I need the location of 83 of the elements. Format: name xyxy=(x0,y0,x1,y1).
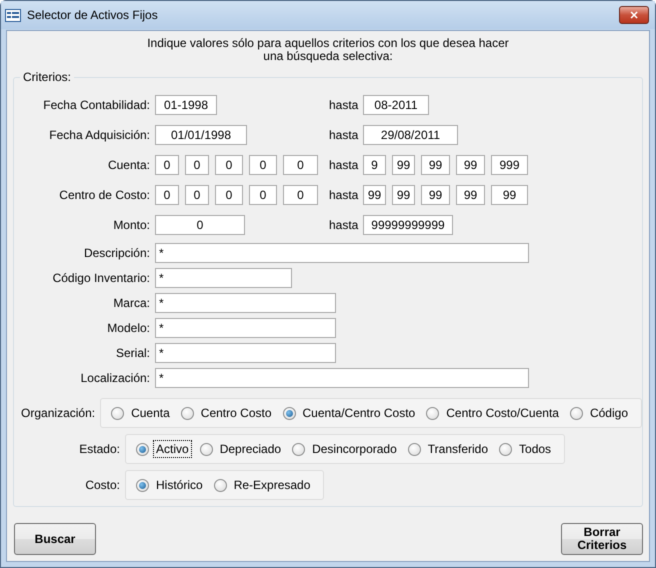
input-field[interactable]: * xyxy=(155,368,529,388)
input-field[interactable]: 0 xyxy=(215,185,243,205)
radio-label[interactable]: Activo xyxy=(153,440,192,458)
radio-label[interactable]: Transferido xyxy=(424,440,492,458)
radio-label[interactable]: Depreciado xyxy=(216,440,284,458)
radio-label[interactable]: Código xyxy=(586,404,631,422)
field-label: Localización: xyxy=(80,370,150,384)
input-field[interactable]: * xyxy=(155,292,336,312)
radio-label[interactable]: Cuenta xyxy=(128,404,173,422)
radio-label[interactable]: Histórico xyxy=(153,476,206,494)
input-field[interactable]: 0 xyxy=(185,185,209,205)
input-field[interactable]: * xyxy=(155,342,336,362)
input-field[interactable]: 9 xyxy=(363,155,386,175)
input-field[interactable]: * xyxy=(155,268,292,288)
input-field[interactable]: 08-2011 xyxy=(363,95,429,115)
range-label: hasta xyxy=(329,158,360,172)
option-label: Costo: xyxy=(84,478,120,492)
option-label: Organización: xyxy=(20,406,96,420)
radio-label[interactable]: Re-Expresado xyxy=(230,476,314,494)
field-label: Cuenta: xyxy=(106,158,150,172)
radio-label[interactable]: Centro Costo xyxy=(198,404,274,422)
input-field[interactable]: 99 xyxy=(456,155,485,175)
field-label: Monto: xyxy=(112,218,150,232)
input-field[interactable]: 0 xyxy=(155,185,179,205)
radio-button[interactable] xyxy=(499,442,512,456)
input-field[interactable]: 0 xyxy=(155,215,245,235)
radio-button[interactable] xyxy=(200,442,213,456)
field-label: Marca: xyxy=(112,296,150,310)
form-icon xyxy=(5,8,21,22)
range-label: hasta xyxy=(329,218,360,232)
group-title: Criterios: xyxy=(20,70,74,84)
radio-button[interactable] xyxy=(570,406,583,420)
range-label: hasta xyxy=(329,98,360,112)
instruction-text: una búsqueda selectiva: xyxy=(263,50,393,63)
input-field[interactable]: 99 xyxy=(456,185,485,205)
radio-button[interactable] xyxy=(136,442,149,456)
input-field[interactable]: * xyxy=(155,318,336,338)
option-label: Estado: xyxy=(78,442,120,456)
input-field[interactable]: 99 xyxy=(421,185,450,205)
input-field[interactable]: * xyxy=(155,242,529,262)
input-field[interactable]: 999 xyxy=(491,155,528,175)
window-title: Selector de Activos Fijos xyxy=(27,8,159,22)
instruction-text: Indique valores sólo para aquellos criterios con los que desea hacer xyxy=(147,37,509,50)
input-field[interactable]: 0 xyxy=(155,155,179,175)
input-field[interactable]: 0 xyxy=(283,185,318,205)
radio-label[interactable]: Centro Costo/Cuenta xyxy=(443,404,562,422)
radio-button[interactable] xyxy=(282,406,296,420)
input-field[interactable]: 99999999999 xyxy=(363,215,453,235)
input-field[interactable]: 99 xyxy=(421,155,450,175)
input-field[interactable]: 0 xyxy=(249,185,277,205)
field-label: Centro de Costo: xyxy=(58,188,150,202)
close-button[interactable]: ✕ xyxy=(619,6,649,24)
field-label: Modelo: xyxy=(106,320,150,334)
radio-label[interactable]: Todos xyxy=(516,440,554,458)
field-label: Fecha Contabilidad: xyxy=(42,98,150,112)
radio-label[interactable]: Desincorporado xyxy=(309,440,400,458)
radio-button[interactable] xyxy=(408,442,421,456)
input-field[interactable]: 99 xyxy=(491,185,528,205)
field-label: Código Inventario: xyxy=(52,270,150,284)
radio-button[interactable] xyxy=(136,478,149,492)
radio-button[interactable] xyxy=(292,442,306,456)
input-field[interactable]: 29/08/2011 xyxy=(363,125,458,145)
field-label: Serial: xyxy=(114,346,150,360)
radio-button[interactable] xyxy=(214,478,227,492)
input-field[interactable]: 0 xyxy=(249,155,277,175)
input-field[interactable]: 99 xyxy=(363,185,386,205)
radio-button[interactable] xyxy=(426,406,440,420)
range-label: hasta xyxy=(329,188,360,202)
input-field[interactable]: 99 xyxy=(392,155,415,175)
radio-label[interactable]: Cuenta/Centro Costo xyxy=(300,404,418,422)
search-button[interactable]: Buscar xyxy=(14,523,96,555)
field-label: Fecha Adquisición: xyxy=(48,128,150,142)
input-field[interactable]: 01-1998 xyxy=(155,95,217,115)
range-label: hasta xyxy=(329,128,360,142)
field-label: Descripción: xyxy=(82,246,150,260)
input-field[interactable]: 99 xyxy=(392,185,415,205)
input-field[interactable]: 0 xyxy=(215,155,243,175)
radio-button[interactable] xyxy=(180,406,194,420)
clear-button[interactable]: Borrar Criterios xyxy=(561,523,643,555)
input-field[interactable]: 0 xyxy=(185,155,209,175)
radio-button[interactable] xyxy=(111,406,124,420)
input-field[interactable]: 01/01/1998 xyxy=(155,125,247,145)
input-field[interactable]: 0 xyxy=(283,155,318,175)
